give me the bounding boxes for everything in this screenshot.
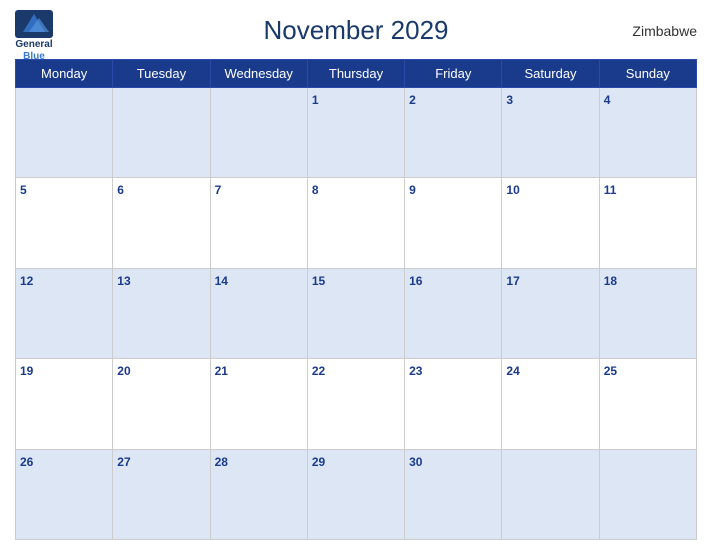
day-number: 14 bbox=[215, 274, 228, 288]
header-monday: Monday bbox=[16, 60, 113, 88]
day-number: 18 bbox=[604, 274, 617, 288]
header-wednesday: Wednesday bbox=[210, 60, 307, 88]
calendar-week-row: 12 13 14 15 16 17 18 bbox=[16, 268, 697, 358]
calendar-title: November 2029 bbox=[264, 15, 449, 46]
day-number: 23 bbox=[409, 364, 422, 378]
calendar-day: 13 bbox=[113, 268, 210, 358]
day-number: 24 bbox=[506, 364, 519, 378]
calendar-day: 15 bbox=[307, 268, 404, 358]
calendar-week-row: 19 20 21 22 23 24 25 bbox=[16, 359, 697, 449]
day-number: 5 bbox=[20, 183, 27, 197]
day-number: 22 bbox=[312, 364, 325, 378]
day-number: 9 bbox=[409, 183, 416, 197]
calendar-day: 7 bbox=[210, 178, 307, 268]
logo: General Blue bbox=[15, 10, 53, 63]
day-number: 3 bbox=[506, 93, 513, 107]
header-thursday: Thursday bbox=[307, 60, 404, 88]
calendar-day bbox=[16, 88, 113, 178]
calendar-day: 6 bbox=[113, 178, 210, 268]
day-number: 26 bbox=[20, 455, 33, 469]
day-number: 20 bbox=[117, 364, 130, 378]
calendar-day: 8 bbox=[307, 178, 404, 268]
calendar-day: 19 bbox=[16, 359, 113, 449]
day-number: 15 bbox=[312, 274, 325, 288]
calendar-table: Monday Tuesday Wednesday Thursday Friday… bbox=[15, 59, 697, 540]
calendar-day: 14 bbox=[210, 268, 307, 358]
day-number: 2 bbox=[409, 93, 416, 107]
day-number: 30 bbox=[409, 455, 422, 469]
calendar-day: 26 bbox=[16, 449, 113, 539]
calendar-day: 22 bbox=[307, 359, 404, 449]
day-number: 10 bbox=[506, 183, 519, 197]
header-saturday: Saturday bbox=[502, 60, 599, 88]
day-number: 17 bbox=[506, 274, 519, 288]
calendar-day: 24 bbox=[502, 359, 599, 449]
day-number: 8 bbox=[312, 183, 319, 197]
day-number: 25 bbox=[604, 364, 617, 378]
header-tuesday: Tuesday bbox=[113, 60, 210, 88]
country-label: Zimbabwe bbox=[632, 23, 697, 39]
calendar-day: 3 bbox=[502, 88, 599, 178]
calendar-day bbox=[599, 449, 696, 539]
day-number: 1 bbox=[312, 93, 319, 107]
day-number: 6 bbox=[117, 183, 124, 197]
calendar-week-row: 1 2 3 4 bbox=[16, 88, 697, 178]
calendar-day: 5 bbox=[16, 178, 113, 268]
day-number: 13 bbox=[117, 274, 130, 288]
calendar-day bbox=[210, 88, 307, 178]
day-number: 29 bbox=[312, 455, 325, 469]
logo-blue: Blue bbox=[23, 51, 45, 63]
day-number: 28 bbox=[215, 455, 228, 469]
calendar-day: 9 bbox=[405, 178, 502, 268]
calendar-day: 11 bbox=[599, 178, 696, 268]
calendar-day: 18 bbox=[599, 268, 696, 358]
day-number: 19 bbox=[20, 364, 33, 378]
calendar-day bbox=[502, 449, 599, 539]
calendar-day: 10 bbox=[502, 178, 599, 268]
calendar-header: General Blue November 2029 Zimbabwe bbox=[15, 10, 697, 51]
day-number: 4 bbox=[604, 93, 611, 107]
calendar-day: 20 bbox=[113, 359, 210, 449]
day-number: 7 bbox=[215, 183, 222, 197]
day-number: 12 bbox=[20, 274, 33, 288]
calendar-day: 21 bbox=[210, 359, 307, 449]
day-number: 27 bbox=[117, 455, 130, 469]
calendar-day: 12 bbox=[16, 268, 113, 358]
calendar-day: 4 bbox=[599, 88, 696, 178]
calendar-day: 17 bbox=[502, 268, 599, 358]
weekday-header-row: Monday Tuesday Wednesday Thursday Friday… bbox=[16, 60, 697, 88]
calendar-day: 29 bbox=[307, 449, 404, 539]
calendar-day: 16 bbox=[405, 268, 502, 358]
calendar-day: 28 bbox=[210, 449, 307, 539]
calendar-day: 27 bbox=[113, 449, 210, 539]
calendar-week-row: 26 27 28 29 30 bbox=[16, 449, 697, 539]
calendar-day: 1 bbox=[307, 88, 404, 178]
day-number: 16 bbox=[409, 274, 422, 288]
header-sunday: Sunday bbox=[599, 60, 696, 88]
header-friday: Friday bbox=[405, 60, 502, 88]
logo-general: General bbox=[15, 39, 52, 51]
calendar-week-row: 5 6 7 8 9 10 11 bbox=[16, 178, 697, 268]
calendar-day bbox=[113, 88, 210, 178]
calendar-day: 30 bbox=[405, 449, 502, 539]
calendar-day: 23 bbox=[405, 359, 502, 449]
day-number: 21 bbox=[215, 364, 228, 378]
calendar-day: 2 bbox=[405, 88, 502, 178]
day-number: 11 bbox=[604, 183, 617, 197]
calendar-day: 25 bbox=[599, 359, 696, 449]
